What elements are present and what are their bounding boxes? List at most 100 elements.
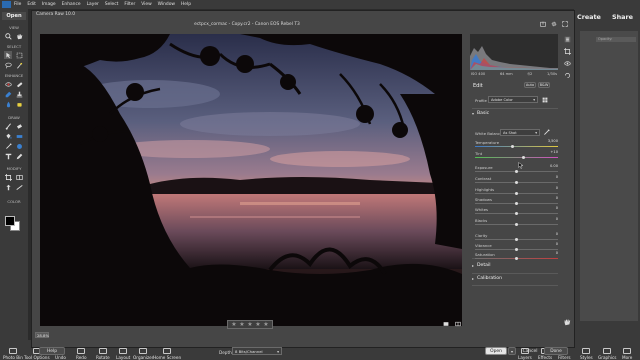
- tint-track[interactable]: [475, 157, 558, 158]
- highlights-thumb[interactable]: [515, 192, 518, 195]
- create-button[interactable]: Create: [577, 13, 601, 21]
- depth-select[interactable]: 8 Bits/Channel ▾: [232, 347, 282, 355]
- share-button[interactable]: Share: [612, 13, 633, 21]
- contrast-value[interactable]: 0: [542, 175, 558, 180]
- star-4-icon[interactable]: ★: [255, 321, 260, 328]
- shadows-thumb[interactable]: [515, 202, 518, 205]
- more-button[interactable]: More: [622, 348, 632, 360]
- menu-layer[interactable]: Layer: [87, 2, 99, 7]
- star-2-icon[interactable]: ★: [239, 321, 244, 328]
- shadows-slider[interactable]: Shadows 0: [475, 196, 558, 206]
- blacks-value[interactable]: 0: [542, 217, 558, 222]
- lasso-tool-icon[interactable]: [4, 61, 12, 69]
- saturation-value[interactable]: 0: [542, 251, 558, 256]
- white-balance-select[interactable]: As Shot ▾: [500, 129, 540, 136]
- smart-brush-tool-icon[interactable]: [4, 90, 12, 98]
- blacks-slider[interactable]: Blacks 0: [475, 217, 558, 227]
- content-aware-move-icon[interactable]: [4, 183, 12, 191]
- tint-slider[interactable]: Tint +10: [475, 150, 558, 160]
- hand-tool-icon[interactable]: [15, 32, 23, 40]
- straighten-tool-icon[interactable]: [15, 183, 23, 191]
- styles-button[interactable]: Styles: [580, 348, 593, 360]
- menu-file[interactable]: File: [14, 2, 21, 7]
- temperature-track[interactable]: [475, 146, 558, 147]
- saturation-thumb[interactable]: [515, 257, 518, 260]
- whites-value[interactable]: 0: [542, 206, 558, 211]
- highlights-slider[interactable]: Highlights 0: [475, 186, 558, 196]
- clarity-slider[interactable]: Clarity 0: [475, 232, 558, 242]
- shape-tool-icon[interactable]: [15, 142, 23, 150]
- saturation-slider[interactable]: Saturation 0: [475, 251, 558, 261]
- photo-bin-button[interactable]: Photo Bin: [3, 348, 23, 360]
- redo-button[interactable]: Redo: [76, 348, 87, 360]
- exposure-value[interactable]: 0.00: [542, 164, 558, 169]
- photo-preview[interactable]: [40, 34, 462, 326]
- menu-enhance[interactable]: Enhance: [62, 2, 81, 7]
- rotate-button[interactable]: Rotate: [96, 348, 110, 360]
- clarity-value[interactable]: 0: [542, 232, 558, 237]
- zoom-level-field[interactable]: 28.8%: [35, 332, 49, 338]
- tint-value[interactable]: +10: [542, 150, 558, 155]
- red-eye-panel-icon[interactable]: [564, 60, 571, 67]
- temperature-thumb[interactable]: [510, 145, 514, 148]
- shadows-value[interactable]: 0: [542, 196, 558, 201]
- spot-healing-tool-icon[interactable]: [15, 80, 23, 88]
- menu-image[interactable]: Image: [42, 2, 56, 7]
- black-white-button[interactable]: B&W: [538, 82, 550, 88]
- sponge-tool-icon[interactable]: [15, 100, 23, 108]
- red-eye-tool-icon[interactable]: [4, 80, 12, 88]
- hand-tool-icon[interactable]: [563, 318, 571, 326]
- filmstrip-icon[interactable]: [443, 321, 449, 327]
- pencil-tool-icon[interactable]: [15, 152, 23, 160]
- brush-tool-icon[interactable]: [4, 122, 12, 130]
- zoom-tool-icon[interactable]: [4, 32, 12, 40]
- help-button[interactable]: Help: [39, 347, 65, 355]
- menu-view[interactable]: View: [141, 2, 151, 7]
- text-tool-icon[interactable]: [4, 152, 12, 160]
- profile-select[interactable]: Adobe Color ▾: [488, 96, 538, 103]
- rotate-panel-icon[interactable]: [564, 72, 571, 79]
- white-balance-eyedropper-icon[interactable]: [543, 129, 550, 136]
- blur-tool-icon[interactable]: [4, 100, 12, 108]
- gear-icon[interactable]: [551, 21, 557, 27]
- whites-thumb[interactable]: [515, 212, 518, 215]
- menu-window[interactable]: Window: [158, 2, 175, 7]
- menu-filter[interactable]: Filter: [124, 2, 135, 7]
- save-image-icon[interactable]: [540, 21, 546, 27]
- menu-edit[interactable]: Edit: [27, 2, 36, 7]
- vibrance-thumb[interactable]: [515, 248, 518, 251]
- open-image-button[interactable]: Open: [485, 347, 507, 355]
- move-tool-icon[interactable]: [4, 51, 12, 59]
- exposure-thumb[interactable]: [515, 170, 518, 173]
- clone-stamp-tool-icon[interactable]: [15, 90, 23, 98]
- calibration-section-header[interactable]: ▸ Calibration: [472, 276, 558, 281]
- vibrance-value[interactable]: 0: [542, 242, 558, 247]
- done-button[interactable]: Done: [544, 347, 568, 355]
- organizer-button[interactable]: Organizer: [133, 348, 153, 360]
- contrast-slider[interactable]: Contrast 0: [475, 175, 558, 185]
- tint-thumb[interactable]: [521, 156, 525, 159]
- exposure-slider[interactable]: Exposure 0.00: [475, 164, 558, 174]
- blacks-thumb[interactable]: [515, 223, 518, 226]
- layout-button[interactable]: Layout: [116, 348, 130, 360]
- foreground-color-swatch[interactable]: [5, 216, 15, 226]
- gradient-tool-icon[interactable]: [15, 132, 23, 140]
- home-screen-button[interactable]: Home Screen: [153, 348, 181, 360]
- crop-tool-icon[interactable]: [4, 173, 12, 181]
- star-5-icon[interactable]: ★: [263, 321, 268, 328]
- profile-browser-icon[interactable]: [542, 97, 548, 103]
- opacity-field[interactable]: Opacity:: [596, 37, 636, 42]
- compare-view-icon[interactable]: [455, 321, 461, 327]
- eraser-tool-icon[interactable]: [15, 122, 23, 130]
- auto-button[interactable]: Auto: [524, 82, 536, 88]
- cancel-button[interactable]: Cancel: [518, 347, 542, 355]
- menu-help[interactable]: Help: [181, 2, 191, 7]
- detail-section-header[interactable]: ▸ Detail: [472, 263, 558, 268]
- basic-section-header[interactable]: ▾ Basic: [472, 111, 558, 116]
- eyedropper-tool-icon[interactable]: [4, 142, 12, 150]
- temperature-slider[interactable]: Temperature 3,500: [475, 139, 558, 149]
- temperature-value[interactable]: 3,500: [542, 139, 558, 144]
- contrast-thumb[interactable]: [515, 181, 518, 184]
- highlights-value[interactable]: 0: [542, 186, 558, 191]
- menu-select[interactable]: Select: [105, 2, 119, 7]
